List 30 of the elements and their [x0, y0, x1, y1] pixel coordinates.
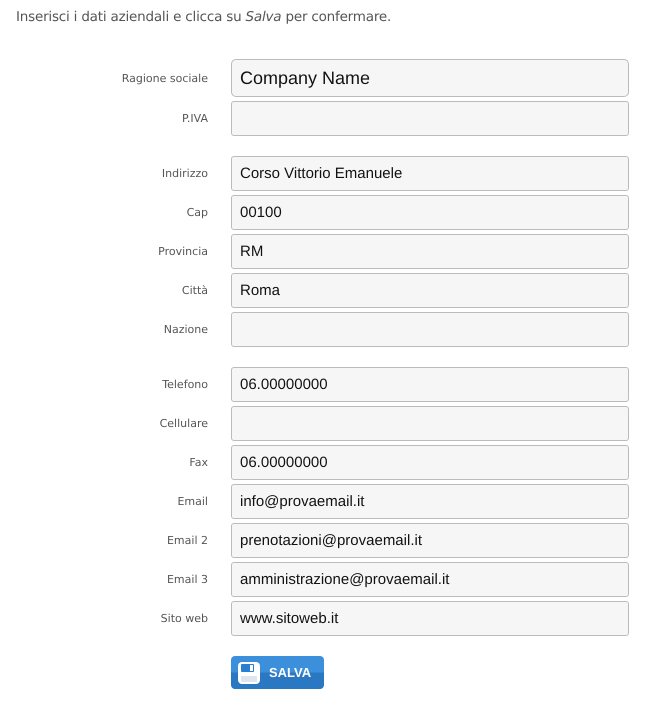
input-field[interactable]: Corso Vittorio Emanuele — [231, 156, 629, 191]
input-field[interactable]: 06.00000000 — [231, 445, 629, 480]
field-label: Telefono — [161, 378, 208, 391]
input-field[interactable]: Roma — [231, 273, 629, 308]
input-field[interactable]: 06.00000000 — [231, 367, 629, 402]
input-field[interactable] — [231, 312, 629, 347]
instruction-text: Inserisci i dati aziendali e clicca su Salva per confermare. — [15, 8, 392, 25]
save-button[interactable]: SALVA — [231, 656, 324, 689]
input-field[interactable] — [231, 406, 629, 441]
field-label: Ragione sociale — [120, 72, 208, 84]
field-label: Città — [180, 284, 208, 297]
field-label: Sito web — [160, 612, 208, 625]
field-label: Email 2 — [166, 534, 208, 547]
input-field[interactable]: amministrazione@provaemail.it — [231, 562, 629, 597]
input-field[interactable]: prenotazioni@provaemail.it — [231, 523, 629, 558]
field-label: Fax — [188, 456, 208, 469]
field-label: Cap — [186, 206, 208, 219]
field-label: Nazione — [162, 323, 208, 336]
field-label: Email — [176, 495, 208, 508]
field-label: Provincia — [157, 245, 208, 258]
field-label: Indirizzo — [160, 167, 208, 180]
field-label: Cellulare — [158, 417, 208, 430]
input-field[interactable]: Company Name — [231, 59, 629, 97]
field-label: Email 3 — [166, 573, 208, 586]
input-field[interactable]: info@provaemail.it — [231, 484, 629, 519]
input-field[interactable]: RM — [231, 234, 629, 269]
input-field[interactable]: 00100 — [231, 195, 629, 230]
input-field[interactable] — [231, 101, 629, 136]
input-field[interactable]: www.sitoweb.it — [231, 601, 629, 636]
field-label: P.IVA — [180, 112, 208, 125]
